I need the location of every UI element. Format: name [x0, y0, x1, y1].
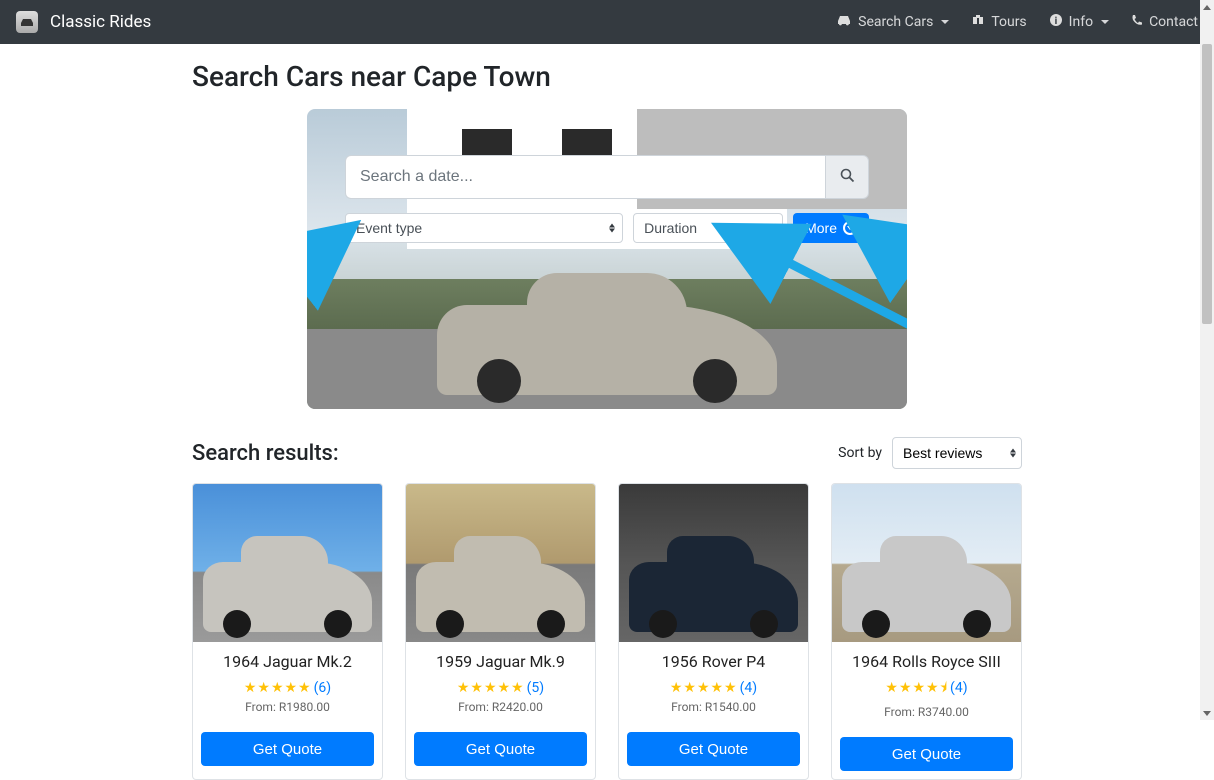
- get-quote-button[interactable]: Get Quote: [840, 737, 1013, 771]
- car-image[interactable]: [832, 484, 1021, 642]
- car-title[interactable]: 1964 Jaguar Mk.2: [203, 652, 372, 671]
- price-from: From: R3740.00: [842, 705, 1011, 719]
- phone-icon: [1131, 14, 1143, 30]
- car-image[interactable]: [619, 484, 808, 642]
- select-caret-icon: [1010, 449, 1016, 458]
- event-type-select[interactable]: Event type: [345, 213, 623, 243]
- star-rating: ★★★★★: [244, 680, 312, 696]
- svg-text:i: i: [1054, 16, 1057, 27]
- nav-contact[interactable]: Contact: [1131, 14, 1198, 30]
- nav-search-cars[interactable]: Search Cars: [836, 14, 949, 30]
- car-title[interactable]: 1964 Rolls Royce SIII: [842, 652, 1011, 671]
- car-title[interactable]: 1959 Jaguar Mk.9: [416, 652, 585, 671]
- sort-by-label: Sort by: [838, 445, 882, 461]
- price-from: From: R1540.00: [629, 700, 798, 714]
- chevron-down-circle-icon: [843, 221, 857, 235]
- get-quote-button[interactable]: Get Quote: [201, 732, 374, 766]
- scroll-up-icon[interactable]: [1200, 0, 1214, 14]
- nav-search-cars-label: Search Cars: [858, 14, 933, 30]
- price-from: From: R1980.00: [203, 700, 372, 714]
- star-rating: ★★★★★: [670, 680, 738, 696]
- nav-info-label: Info: [1069, 14, 1093, 30]
- star-rating: ★★★★★: [457, 680, 525, 696]
- navbar-right: Search Cars Tours i Info Contact: [836, 13, 1198, 31]
- scroll-thumb[interactable]: [1202, 44, 1212, 324]
- car-image[interactable]: [193, 484, 382, 642]
- hero-background-image: [307, 109, 907, 409]
- car-icon: [836, 14, 852, 30]
- nav-info[interactable]: i Info: [1049, 13, 1109, 31]
- car-card: 1959 Jaguar Mk.9 ★★★★★(5) From: R2420.00…: [405, 483, 596, 780]
- more-filters-button[interactable]: More: [793, 213, 869, 243]
- get-quote-button[interactable]: Get Quote: [627, 732, 800, 766]
- date-search-input[interactable]: [345, 155, 825, 199]
- review-count[interactable]: (4): [950, 680, 968, 696]
- chevron-down-icon: [1101, 20, 1109, 24]
- search-button[interactable]: [825, 155, 869, 199]
- more-label: More: [805, 220, 837, 236]
- info-icon: i: [1049, 13, 1063, 31]
- car-image[interactable]: [406, 484, 595, 642]
- hero-search-panel: Event type Duration More: [307, 109, 907, 409]
- search-controls: Event type Duration More: [345, 155, 869, 243]
- nav-tours[interactable]: Tours: [971, 14, 1026, 30]
- nav-tours-label: Tours: [991, 14, 1026, 30]
- binoculars-icon: [971, 14, 985, 30]
- star-rating: ★★★★⯨: [885, 680, 948, 696]
- get-quote-button[interactable]: Get Quote: [414, 732, 587, 766]
- select-caret-icon: [769, 224, 775, 233]
- scrollbar[interactable]: [1200, 0, 1214, 720]
- car-title[interactable]: 1956 Rover P4: [629, 652, 798, 671]
- brand[interactable]: Classic Rides: [16, 11, 151, 33]
- review-count[interactable]: (6): [314, 680, 332, 696]
- chevron-down-icon: [941, 20, 949, 24]
- select-caret-icon: [609, 224, 615, 233]
- car-card: 1956 Rover P4 ★★★★★(4) From: R1540.00 Ge…: [618, 483, 809, 780]
- logo-icon: [16, 11, 38, 33]
- search-icon: [840, 168, 855, 186]
- results-heading: Search results:: [192, 441, 339, 466]
- results-grid: 1964 Jaguar Mk.2 ★★★★★(6) From: R1980.00…: [192, 483, 1022, 780]
- page-title: Search Cars near Cape Town: [192, 60, 1022, 93]
- brand-text: Classic Rides: [50, 12, 151, 32]
- duration-select[interactable]: Duration: [633, 213, 783, 243]
- review-count[interactable]: (4): [740, 680, 758, 696]
- nav-contact-label: Contact: [1149, 14, 1198, 30]
- navbar: Classic Rides Search Cars Tours i Info: [0, 0, 1214, 44]
- car-card: 1964 Rolls Royce SIII ★★★★⯨(4) From: R37…: [831, 483, 1022, 780]
- price-from: From: R2420.00: [416, 700, 585, 714]
- review-count[interactable]: (5): [527, 680, 545, 696]
- scroll-down-icon[interactable]: [1200, 706, 1214, 720]
- sort-select[interactable]: Best reviews: [892, 437, 1022, 469]
- car-card: 1964 Jaguar Mk.2 ★★★★★(6) From: R1980.00…: [192, 483, 383, 780]
